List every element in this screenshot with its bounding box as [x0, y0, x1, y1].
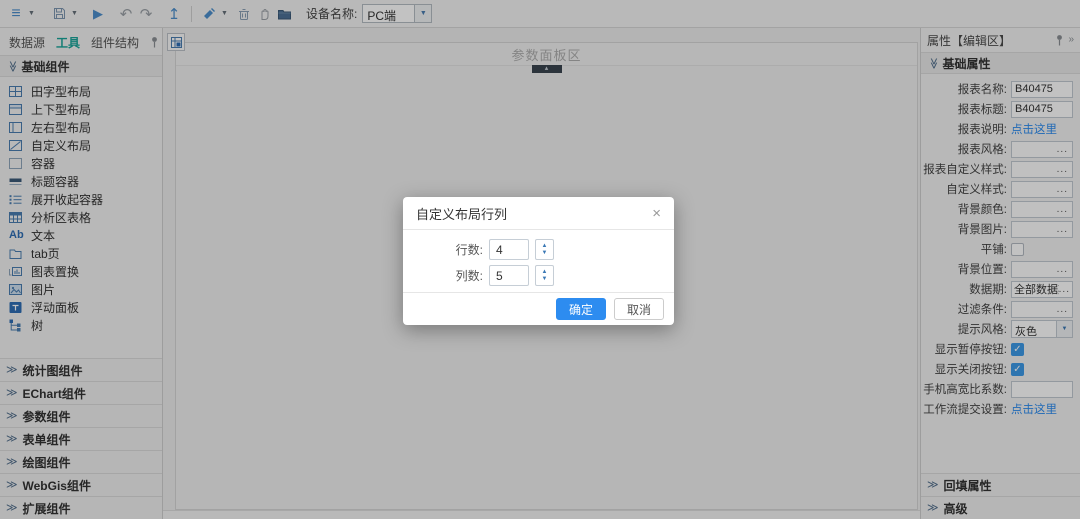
- dialog-title: 自定义布局行列: [416, 204, 507, 223]
- spinner-down-icon[interactable]: ▼: [542, 250, 548, 257]
- app-root: ≡ ▼ ▼ ▶ ↶ ↷ ↥ ▼ 设备名称: PC端 ▼ 数据源: [0, 0, 1080, 519]
- dialog-body: 行数: ▲ ▼ 列数: ▲ ▼: [403, 230, 674, 292]
- cols-stepper[interactable]: ▲ ▼: [535, 265, 554, 286]
- dialog-footer: 确定 取消: [403, 292, 674, 325]
- rows-input[interactable]: [489, 239, 529, 260]
- cancel-button[interactable]: 取消: [614, 298, 664, 320]
- spinner-down-icon[interactable]: ▼: [542, 276, 548, 283]
- cols-input[interactable]: [489, 265, 529, 286]
- close-icon[interactable]: ×: [652, 206, 661, 221]
- cols-label: 列数:: [449, 267, 483, 284]
- rows-field-row: 行数: ▲ ▼: [449, 239, 674, 260]
- ok-button[interactable]: 确定: [556, 298, 606, 320]
- rows-stepper[interactable]: ▲ ▼: [535, 239, 554, 260]
- dialog-header: 自定义布局行列 ×: [403, 197, 674, 230]
- rows-label: 行数:: [449, 241, 483, 258]
- spinner-up-icon[interactable]: ▲: [542, 269, 548, 276]
- cols-field-row: 列数: ▲ ▼: [449, 265, 674, 286]
- custom-layout-dialog: 自定义布局行列 × 行数: ▲ ▼ 列数: ▲ ▼ 确定: [403, 197, 674, 325]
- spinner-up-icon[interactable]: ▲: [542, 243, 548, 250]
